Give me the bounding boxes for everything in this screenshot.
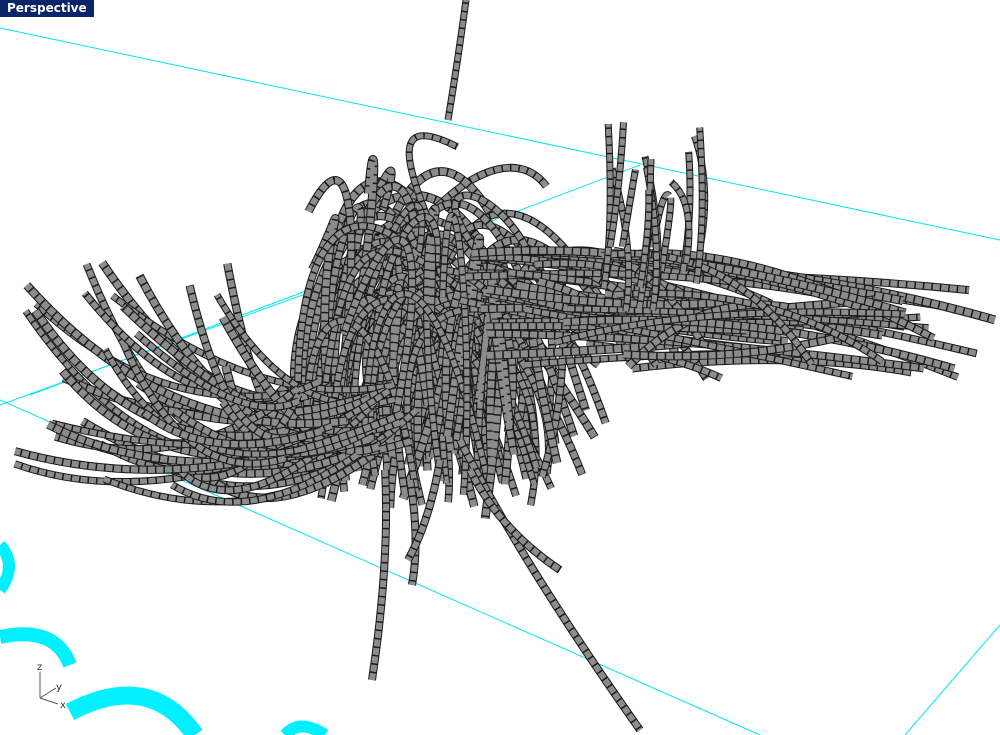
scene-canvas[interactable] — [0, 0, 1000, 735]
tube-segment — [445, 0, 469, 121]
tube-bundle — [13, 0, 997, 733]
ground-arc — [280, 720, 329, 735]
ground-arc — [65, 686, 203, 735]
y-axis-line — [39, 687, 57, 699]
x-axis-label: x — [60, 700, 66, 711]
viewport-title-tab[interactable]: Perspective — [0, 0, 94, 17]
y-axis-label: y — [56, 682, 62, 693]
x-axis-line — [39, 697, 59, 705]
axis-gizmo: z y x — [37, 662, 66, 711]
grid-line — [904, 624, 1000, 735]
z-axis-label: z — [37, 662, 42, 673]
ground-arc — [0, 540, 15, 594]
perspective-viewport[interactable]: Perspective z y x — [0, 0, 1000, 735]
tube-segment — [369, 469, 390, 681]
